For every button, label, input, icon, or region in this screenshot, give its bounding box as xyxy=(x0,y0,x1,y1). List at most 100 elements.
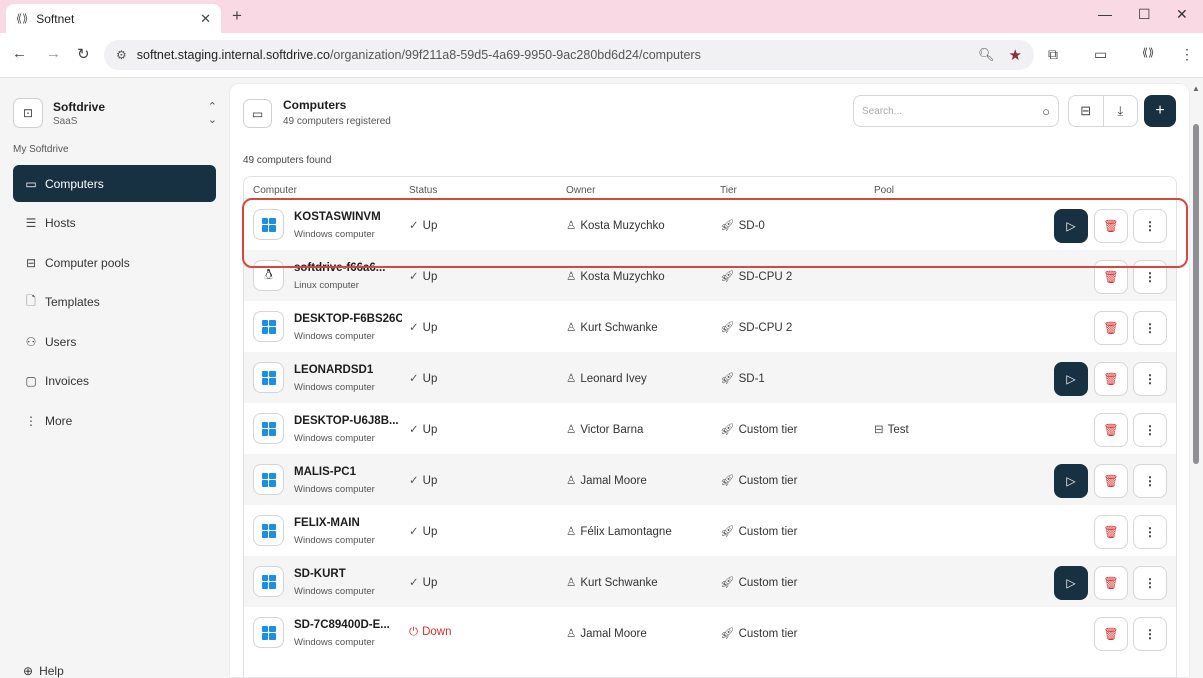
start-button[interactable]: ▷ xyxy=(1054,464,1088,498)
help-link[interactable]: ⊕ Help xyxy=(23,664,64,678)
computer-name[interactable]: MALIS-PC1 xyxy=(294,466,402,478)
column-header-status[interactable]: Status xyxy=(409,185,437,196)
delete-button[interactable]: 🗑︎ xyxy=(1094,413,1128,447)
sidebar-item-hosts[interactable]: ☰ Hosts xyxy=(13,205,216,242)
scroll-up-icon[interactable]: ▲ xyxy=(1192,84,1200,93)
new-tab-icon[interactable]: + xyxy=(232,6,242,26)
rocket-icon: 🚀︎ xyxy=(720,220,735,232)
table-row[interactable]: FELIX-MAIN Windows computer ✓ Up ♙ Félix Lamo… xyxy=(244,505,1176,556)
sidebar-item-templates[interactable]: 🗋 Templates xyxy=(13,284,216,321)
more-actions-button[interactable]: ⋮ xyxy=(1133,413,1167,447)
column-header-owner[interactable]: Owner xyxy=(566,185,595,196)
search-input[interactable] xyxy=(862,105,1043,117)
sidebar-item-more[interactable]: ⋮ More xyxy=(13,402,216,439)
computer-name[interactable]: DESKTOP-F6BS26C xyxy=(294,313,402,325)
delete-button[interactable]: 🗑︎ xyxy=(1094,311,1128,345)
chevron-up-down-icon: ⌃ ⌄ xyxy=(207,101,217,126)
table-row[interactable]: LEONARDSD1 Windows computer ✓ Up ♙ Leonard Iv… xyxy=(244,352,1176,403)
window-close-icon[interactable]: ✕ xyxy=(1176,6,1188,23)
table-row[interactable]: SD-KURT Windows computer ✓ Up ♙ Kurt Schwanke… xyxy=(244,556,1176,607)
org-switcher[interactable]: ⊡ Softdrive SaaS ⌃ ⌄ xyxy=(13,93,217,133)
windows-icon xyxy=(261,319,276,334)
page-scrollbar[interactable]: ▲ xyxy=(1190,84,1203,678)
more-actions-button[interactable]: ⋮ xyxy=(1133,566,1167,600)
user-icon: ♙ xyxy=(566,526,577,538)
more-actions-button[interactable]: ⋮ xyxy=(1133,617,1167,651)
start-button[interactable]: ▷ xyxy=(1054,209,1088,243)
more-actions-button[interactable]: ⋮ xyxy=(1133,260,1167,294)
download-icon[interactable]: ⤓ xyxy=(1104,96,1138,126)
reload-icon[interactable]: ↻ xyxy=(77,45,90,63)
more-actions-button[interactable]: ⋮ xyxy=(1133,464,1167,498)
profile-icon[interactable]: ⟪⟫ xyxy=(1142,46,1154,59)
delete-button[interactable]: 🗑︎ xyxy=(1094,362,1128,396)
more-actions-button[interactable]: ⋮ xyxy=(1133,515,1167,549)
computer-name[interactable]: LEONARDSD1 xyxy=(294,364,402,376)
delete-button[interactable]: 🗑︎ xyxy=(1094,260,1128,294)
computer-kind: Windows computer xyxy=(294,433,375,444)
close-tab-icon[interactable]: ✕ xyxy=(200,11,211,27)
bookmark-star-icon[interactable]: ★ xyxy=(1009,46,1022,64)
table-row[interactable]: SD-7C89400D-E... Windows computer ⏻ Down ♙ Ja… xyxy=(244,607,1176,658)
search-icon[interactable]: ○ xyxy=(1042,104,1050,119)
table-row[interactable]: DESKTOP-U6J8B... Windows computer ✓ Up ♙ Vict… xyxy=(244,403,1176,454)
check-icon: ✓ xyxy=(409,526,419,538)
sidebar-item-label: Computers xyxy=(45,176,104,191)
delete-button[interactable]: 🗑︎ xyxy=(1094,464,1128,498)
column-header-pool[interactable]: Pool xyxy=(874,185,894,196)
delete-button[interactable]: 🗑︎ xyxy=(1094,515,1128,549)
address-bar[interactable]: ⚙ softnet.staging.internal.softdrive.co/… xyxy=(104,40,1034,70)
extensions-icon[interactable]: ⧉ xyxy=(1048,46,1058,63)
pool-icon: ⊟ xyxy=(874,424,884,436)
table-row[interactable]: KOSTASWINVM Windows computer ✓ Up ♙ Kosta Muz… xyxy=(244,199,1176,250)
reading-mode-icon[interactable]: ▭ xyxy=(1094,46,1107,63)
status-cell: ⏻ Down xyxy=(409,626,452,639)
delete-button[interactable]: 🗑︎ xyxy=(1094,566,1128,600)
browser-menu-icon[interactable]: ⋮ xyxy=(1180,46,1194,63)
more-actions-button[interactable]: ⋮ xyxy=(1133,209,1167,243)
computer-name[interactable]: SD-KURT xyxy=(294,568,402,580)
more-actions-button[interactable]: ⋮ xyxy=(1133,362,1167,396)
table-row[interactable]: DESKTOP-F6BS26C Windows computer ✓ Up ♙ Kurt … xyxy=(244,301,1176,352)
zoom-icon[interactable]: 🔍︎ xyxy=(978,47,995,63)
tier-name: SD-CPU 2 xyxy=(738,271,793,283)
scrollbar-thumb[interactable] xyxy=(1193,124,1199,464)
computer-name[interactable]: FELIX-MAIN xyxy=(294,517,402,529)
windows-icon xyxy=(261,625,276,640)
back-icon[interactable]: ← xyxy=(12,45,27,62)
check-icon: ✓ xyxy=(409,424,419,436)
start-button[interactable]: ▷ xyxy=(1054,362,1088,396)
more-actions-button[interactable]: ⋮ xyxy=(1133,311,1167,345)
sidebar-item-computers[interactable]: ▭ Computers xyxy=(13,165,216,202)
maximize-icon[interactable]: ☐ xyxy=(1138,6,1151,23)
sidebar-item-computer-pools[interactable]: ⊟ Computer pools xyxy=(13,244,216,281)
layout-toggle-icon[interactable]: ⊟ xyxy=(1069,96,1104,126)
delete-button[interactable]: 🗑︎ xyxy=(1094,617,1128,651)
os-badge xyxy=(253,464,284,495)
sidebar-item-invoices[interactable]: ▢ Invoices xyxy=(13,363,216,400)
sidebar-item-label: Hosts xyxy=(45,216,76,230)
column-header-tier[interactable]: Tier xyxy=(720,185,737,196)
check-icon: ✓ xyxy=(409,577,419,589)
sidebar-item-users[interactable]: ⚇ Users xyxy=(13,323,216,360)
browser-tab[interactable]: ⟪⟫ Softnet ✕ xyxy=(6,4,221,33)
add-computer-button[interactable]: + xyxy=(1144,95,1176,127)
computer-name[interactable]: DESKTOP-U6J8B... xyxy=(294,415,402,427)
delete-button[interactable]: 🗑︎ xyxy=(1094,209,1128,243)
tier-cell: 🚀︎ SD-0 xyxy=(720,218,765,232)
start-button[interactable]: ▷ xyxy=(1054,566,1088,600)
computer-name[interactable]: SD-7C89400D-E... xyxy=(294,619,402,631)
computer-name[interactable]: KOSTASWINVM xyxy=(294,211,402,223)
tier-name: SD-0 xyxy=(738,220,765,232)
tier-name: Custom tier xyxy=(738,424,798,436)
column-header-computer[interactable]: Computer xyxy=(253,185,297,196)
browser-tab-bar: ⟪⟫ Softnet ✕ + — ☐ ✕ xyxy=(0,0,1203,33)
table-row[interactable]: 🐧︎ softdrive-f66a6... Linux computer ✓ Up ♙ Ko… xyxy=(244,250,1176,301)
table-row[interactable]: MALIS-PC1 Windows computer ✓ Up ♙ Jamal Moore… xyxy=(244,454,1176,505)
forward-icon[interactable]: → xyxy=(46,45,61,62)
minimize-icon[interactable]: — xyxy=(1098,6,1112,22)
tier-name: Custom tier xyxy=(738,577,798,589)
site-settings-icon[interactable]: ⚙ xyxy=(116,48,127,62)
pool-icon: ⊟ xyxy=(25,255,37,270)
computer-name[interactable]: softdrive-f66a6... xyxy=(294,262,402,274)
